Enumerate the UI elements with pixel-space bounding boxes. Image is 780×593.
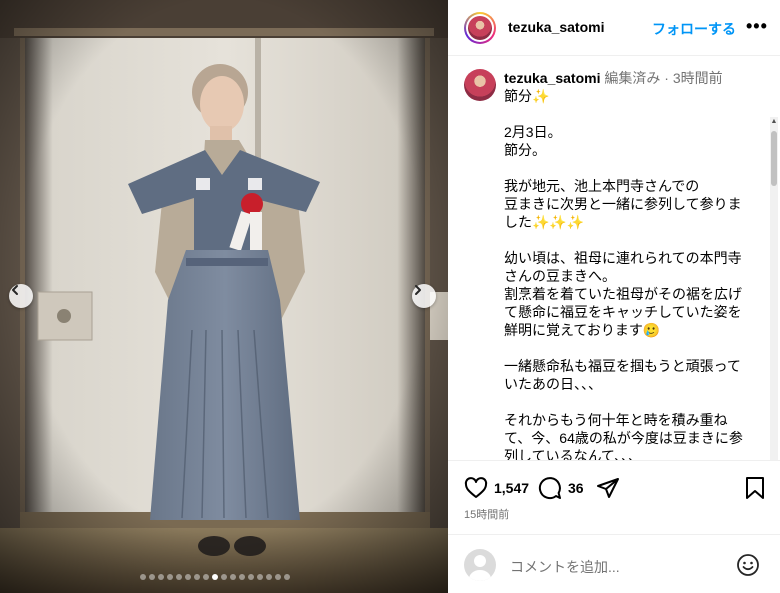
carousel-dot	[194, 574, 200, 580]
scroll-thumb[interactable]	[771, 131, 777, 186]
carousel-dot	[140, 574, 146, 580]
current-user-avatar	[464, 549, 496, 581]
carousel-dot	[221, 574, 227, 580]
follow-button[interactable]: フォローする	[652, 19, 736, 39]
author-avatar[interactable]	[464, 12, 496, 44]
caption-line: 幼い頃は、祖母に連れられての本門寺	[504, 250, 742, 266]
carousel-dot-active	[212, 574, 218, 580]
caption-line: 一緒懸命私も福豆を掴もうと頑張って	[504, 358, 741, 374]
carousel-dot	[257, 574, 263, 580]
caption-header: tezuka_satomi 編集済み · 3時間前	[504, 69, 762, 87]
caption-line: 割烹着を着ていた祖母がその裾を広げ	[504, 286, 742, 302]
more-options-button[interactable]: •••	[746, 16, 768, 37]
edited-label: 編集済み	[604, 70, 661, 86]
post-header: tezuka_satomi フォローする •••	[448, 0, 780, 56]
caption-gap	[504, 231, 762, 249]
caption-line: 節分。	[504, 142, 546, 158]
caption-gap	[504, 339, 762, 357]
caption-line: それからもう何十年と時を積み重ね	[504, 412, 728, 428]
chevron-right-icon	[415, 285, 421, 295]
previous-photo-button[interactable]	[9, 284, 33, 308]
like-count[interactable]: 1,547	[494, 480, 529, 496]
caption-scrollbar[interactable]: ▲ ▼	[770, 117, 778, 460]
caption-line: いたあの日、、、	[504, 376, 602, 392]
emoji-icon[interactable]	[736, 553, 760, 577]
caption-line: て懸命に福豆をキャッチしていた姿を	[504, 304, 742, 320]
chevron-left-icon	[12, 285, 18, 295]
carousel-dot	[203, 574, 209, 580]
caption-line: 列しているなんて、、、	[504, 448, 643, 460]
carousel-dot	[275, 574, 281, 580]
carousel-dot	[149, 574, 155, 580]
comment-input[interactable]: コメントを追加...	[510, 557, 620, 577]
caption-gap	[504, 105, 762, 123]
heart-icon[interactable]	[464, 476, 488, 500]
next-photo-button[interactable]	[412, 284, 436, 308]
caption-gap	[504, 393, 762, 411]
caption-line: 我が地元、池上本門寺さんでの	[504, 178, 700, 194]
carousel-dot	[266, 574, 272, 580]
bookmark-icon[interactable]	[744, 476, 766, 500]
carousel-dot	[158, 574, 164, 580]
carousel-dot	[248, 574, 254, 580]
caption-time: 3時間前	[672, 70, 723, 86]
share-icon[interactable]	[596, 476, 620, 500]
caption-line: さんの豆まきへ。	[504, 268, 616, 284]
caption-text: 節分✨ 2月3日。節分。我が地元、池上本門寺さんでの豆まきに次男と一緒に参列して参…	[504, 87, 762, 460]
post-photo[interactable]	[0, 0, 448, 593]
comment-icon[interactable]	[538, 476, 562, 500]
caption-line: 節分✨	[504, 88, 550, 104]
instagram-post-modal: tezuka_satomi フォローする ••• tezuka_satomi 編…	[0, 0, 780, 593]
scroll-up-arrow[interactable]: ▲	[770, 117, 778, 127]
caption-username[interactable]: tezuka_satomi	[504, 70, 600, 86]
caption-line: した✨✨✨	[504, 214, 585, 230]
carousel-dot	[167, 574, 173, 580]
caption-line: 豆まきに次男と一緒に参列して参りま	[504, 196, 742, 212]
caption-scroll-area[interactable]: tezuka_satomi 編集済み · 3時間前 節分✨ 2月3日。節分。我が地…	[448, 57, 780, 460]
carousel-indicator	[140, 574, 290, 580]
post-sidebar: tezuka_satomi フォローする ••• tezuka_satomi 編…	[448, 0, 780, 593]
photo-image	[0, 0, 448, 593]
post-timestamp[interactable]: 15時間前	[464, 506, 509, 522]
meta-separator: ·	[664, 70, 669, 86]
caption-gap	[504, 159, 762, 177]
carousel-dot	[239, 574, 245, 580]
caption: tezuka_satomi 編集済み · 3時間前 節分✨ 2月3日。節分。我が地…	[504, 69, 762, 460]
comment-count[interactable]: 36	[568, 480, 584, 496]
caption-line: て、今、64歳の私が今度は豆まきに参	[504, 430, 743, 446]
carousel-dot	[185, 574, 191, 580]
author-username[interactable]: tezuka_satomi	[508, 19, 604, 35]
comment-bar: コメントを追加...	[448, 534, 780, 593]
carousel-dot	[284, 574, 290, 580]
caption-avatar[interactable]	[464, 69, 496, 101]
caption-line: 鮮明に覚えております🥲	[504, 322, 661, 338]
carousel-dot	[176, 574, 182, 580]
carousel-dot	[230, 574, 236, 580]
caption-line: 2月3日。	[504, 124, 562, 140]
